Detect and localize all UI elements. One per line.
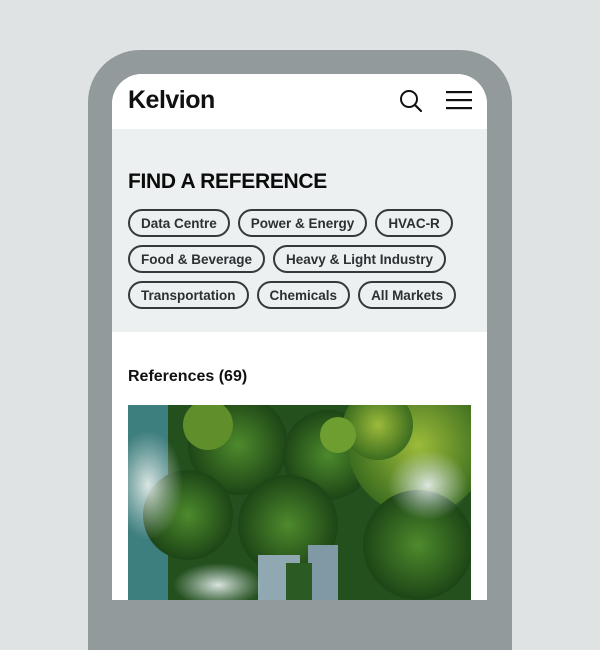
phone-screen: Kelvion FIND A REFERENCE Data Centre Pow…	[112, 74, 487, 600]
chip-hvac-r[interactable]: HVAC-R	[375, 209, 453, 237]
kelvion-logo[interactable]: Kelvion	[128, 86, 215, 115]
chip-all-markets[interactable]: All Markets	[358, 281, 457, 309]
market-filter-chips: Data Centre Power & Energy HVAC-R Food &…	[128, 209, 473, 309]
chip-heavy-light-industry[interactable]: Heavy & Light Industry	[273, 245, 447, 273]
search-icon[interactable]	[399, 89, 423, 113]
chip-transportation[interactable]: Transportation	[128, 281, 249, 309]
find-reference-section: FIND A REFERENCE Data Centre Power & Ene…	[112, 129, 487, 332]
section-title: FIND A REFERENCE	[128, 170, 327, 193]
hamburger-menu-icon[interactable]	[446, 90, 472, 110]
chip-food-beverage[interactable]: Food & Beverage	[128, 245, 266, 273]
chip-data-centre[interactable]: Data Centre	[128, 209, 230, 237]
references-count-heading: References (69)	[128, 368, 248, 385]
chip-power-energy[interactable]: Power & Energy	[237, 209, 368, 237]
reference-image-forest[interactable]	[128, 405, 471, 600]
chip-chemicals[interactable]: Chemicals	[256, 281, 351, 309]
site-header: Kelvion	[112, 74, 487, 129]
